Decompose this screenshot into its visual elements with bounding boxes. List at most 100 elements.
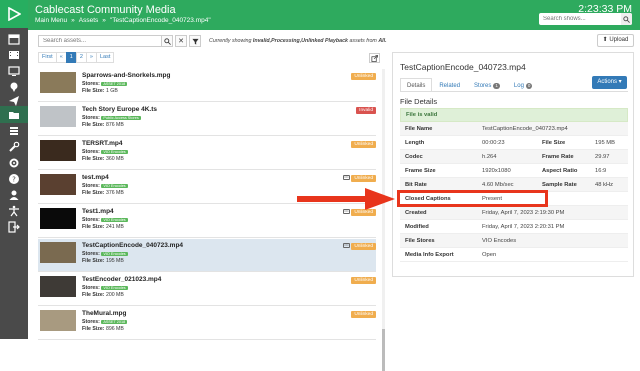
breadcrumb-main-menu[interactable]: Main Menu	[35, 17, 67, 24]
logout-icon[interactable]	[5, 220, 23, 234]
asset-stores-row: Stores: VIO Encodes	[82, 251, 128, 257]
send-icon[interactable]	[5, 94, 23, 108]
asset-thumbnail[interactable]	[40, 140, 76, 161]
accessibility-icon[interactable]	[5, 204, 23, 218]
monitor-icon[interactable]	[5, 64, 23, 78]
detail-value: 195 MB	[595, 140, 615, 146]
detail-key: Bit Rate	[405, 182, 427, 188]
tab-related-label: Related	[439, 83, 461, 89]
breadcrumb-current: "TestCaptionEncode_040723.mp4"	[109, 17, 211, 24]
asset-list-item[interactable]: Sparrows-and-Snorkels.mpg Stores: ASSET 2…	[38, 69, 376, 102]
asset-thumbnail[interactable]	[40, 242, 76, 263]
upload-icon: ⬆	[602, 37, 608, 43]
asset-name[interactable]: TheMural.mpg	[82, 310, 126, 317]
detail-key: Codec	[405, 154, 423, 160]
wrench-icon[interactable]	[5, 140, 23, 154]
actions-dropdown[interactable]: Actions ▾	[592, 76, 627, 89]
asset-name[interactable]: TERSRT.mp4	[82, 140, 122, 147]
upload-button[interactable]: ⬆ Upload	[597, 34, 634, 47]
detail-value: 48 kHz	[595, 182, 614, 188]
export-button[interactable]	[369, 53, 380, 63]
asset-name[interactable]: test.mp4	[82, 174, 109, 181]
gear-icon[interactable]	[5, 156, 23, 170]
app-logo[interactable]	[0, 0, 28, 28]
asset-list-item[interactable]: TestCaptionEncode_040723.mp4 Stores: VIO …	[38, 239, 376, 272]
asset-list-item[interactable]: TestEncoder_021023.mp4 Stores: VIO Encode…	[38, 273, 376, 306]
clear-search-button[interactable]: ✕	[175, 35, 187, 47]
asset-thumbnail[interactable]	[40, 276, 76, 297]
asset-thumbnail[interactable]	[40, 72, 76, 93]
asset-size-row: File Size: 195 MB	[82, 258, 124, 264]
asset-list-item[interactable]: Tech Story Europe 4K.ts Stores: Public Ac…	[38, 103, 376, 136]
app-root: ? Cablecast Community Media Main Menu» As…	[0, 0, 640, 371]
detail-tabs: Details Related Stores 1 Log 0	[400, 78, 539, 92]
pin-icon[interactable]	[5, 80, 23, 94]
asset-name[interactable]: Sparrows-and-Snorkels.mpg	[82, 72, 171, 79]
asset-list-item[interactable]: TheMural.mpg Stores: ASSET 2018 File Size:…	[38, 307, 376, 340]
store-badge: VIO Encodes	[101, 149, 128, 154]
detail-key: Length	[405, 140, 425, 146]
tab-details-label: Details	[407, 83, 426, 89]
status-badge: Unlinked	[351, 73, 376, 80]
detail-value: TestCaptionEncode_040723.mp4	[482, 126, 568, 132]
pagination: First « 1 2 » Last	[38, 52, 115, 63]
user-icon[interactable]	[5, 188, 23, 202]
scroll-thumb[interactable]	[382, 329, 385, 371]
show-search-button[interactable]	[621, 13, 632, 25]
breadcrumb: Main Menu» Assets» "TestCaptionEncode_0407…	[35, 17, 215, 24]
store-badge: Public Access Stores	[101, 115, 141, 120]
help-icon[interactable]: ?	[5, 172, 23, 186]
file-size-label: File Size:	[82, 156, 105, 162]
showing-filter-text: Currently showing Invalid,Processing,Unl…	[209, 38, 387, 44]
tab-stores[interactable]: Stores 1	[467, 78, 507, 92]
tab-related[interactable]: Related	[432, 78, 467, 92]
stores-label: Stores:	[82, 115, 100, 121]
close-icon: ✕	[178, 38, 184, 45]
tab-log[interactable]: Log 0	[507, 78, 540, 92]
detail-key: File Stores	[405, 238, 435, 244]
asset-thumbnail[interactable]	[40, 106, 76, 127]
page-first[interactable]: First	[38, 52, 57, 63]
page-last[interactable]: Last	[95, 52, 115, 63]
film-icon[interactable]	[5, 48, 23, 62]
tab-log-count: 0	[525, 83, 533, 89]
detail-row: Length 00:00:23 File Size 195 MB	[400, 136, 628, 150]
file-valid-banner: File is valid	[400, 108, 628, 122]
asset-search-button[interactable]	[161, 35, 173, 47]
asset-list-scrollbar[interactable]	[382, 69, 385, 371]
breadcrumb-assets[interactable]: Assets	[79, 17, 99, 24]
asset-thumbnail[interactable]	[40, 174, 76, 195]
stack-icon[interactable]	[5, 124, 23, 138]
stores-label: Stores:	[82, 251, 100, 257]
asset-size-row: File Size: 360 MB	[82, 156, 124, 162]
breadcrumb-separator: »	[71, 17, 75, 24]
calendar-icon[interactable]	[5, 32, 23, 46]
asset-thumbnail[interactable]	[40, 208, 76, 229]
detail-link[interactable]: Open	[482, 252, 496, 258]
asset-name[interactable]: Tech Story Europe 4K.ts	[82, 106, 157, 113]
show-search-input[interactable]	[539, 13, 632, 25]
detail-value: Friday, April 7, 2023 2:19:30 PM	[482, 210, 565, 216]
filter-button[interactable]	[189, 35, 201, 47]
asset-stores-row: Stores: VIO Encodes	[82, 149, 128, 155]
detail-link[interactable]: VIO Encodes	[482, 238, 516, 244]
asset-search-input[interactable]	[38, 35, 162, 47]
asset-thumbnail[interactable]	[40, 310, 76, 331]
asset-name[interactable]: TestCaptionEncode_040723.mp4	[82, 242, 183, 249]
detail-value: 1920x1080	[482, 168, 511, 174]
asset-name[interactable]: Test1.mp4	[82, 208, 114, 215]
asset-list-panel: ✕ Currently showing Invalid,Processing,U…	[32, 32, 387, 371]
tab-stores-label: Stores	[474, 83, 492, 89]
file-size-label: File Size:	[82, 190, 105, 196]
asset-list-item[interactable]: TERSRT.mp4 Stores: VIO Encodes File Size: …	[38, 137, 376, 170]
asset-size-row: File Size: 241 MB	[82, 224, 124, 230]
folder-icon[interactable]	[5, 108, 23, 122]
stores-label: Stores:	[82, 149, 100, 155]
store-badge: VIO Encodes	[101, 183, 128, 188]
tab-stores-count: 1	[493, 83, 500, 89]
detail-key: File Size	[542, 140, 566, 146]
search-icon	[623, 15, 630, 23]
asset-name[interactable]: TestEncoder_021023.mp4	[82, 276, 161, 283]
tab-details[interactable]: Details	[400, 78, 433, 92]
detail-key: File Name	[405, 126, 433, 132]
